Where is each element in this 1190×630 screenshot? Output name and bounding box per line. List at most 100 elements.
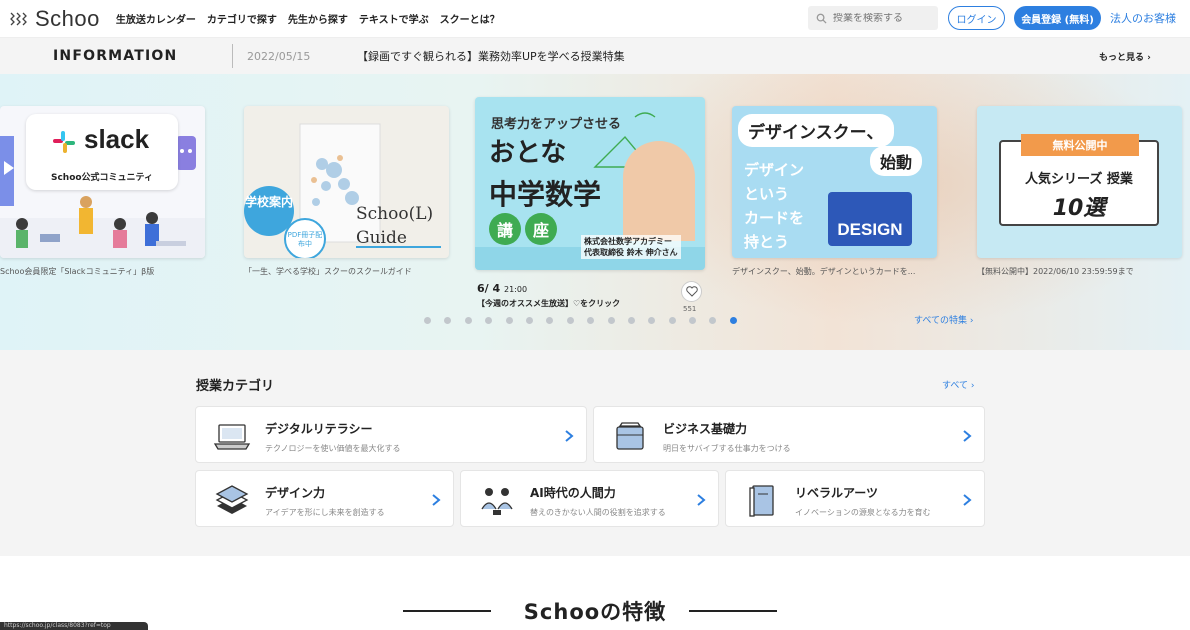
nav-text-learning[interactable]: テキストで学ぶ [359,11,429,26]
carousel-dot[interactable] [566,317,574,324]
featured-carousel: slack Schoo公式コミュニティ Schoo会員限定「Slackコミュニテ… [0,74,1190,350]
category-desc: 明日をサバイブする仕事力をつける [663,444,791,453]
nav-teachers[interactable]: 先生から探す [288,11,348,26]
design-tagline: デザイン という カードを 持とう [744,158,804,254]
like-count: 551 [683,305,697,313]
all-features-label: すべての特集 [914,316,968,326]
category-desc: イノベーションの源泉となる力を育む [795,508,931,517]
carousel-pagination [424,317,737,324]
carousel-dot[interactable] [729,317,737,324]
carousel-dot[interactable] [627,317,635,324]
carousel-dot[interactable] [505,317,513,324]
category-name: ビジネス基礎力 [663,422,748,436]
briefcase-icon [616,422,644,450]
course-char-1: 講 [489,213,521,245]
status-bar-url: https://schoo.jp/class/8083?ref=top [0,622,148,630]
carousel-dot[interactable] [648,317,656,324]
carousel-dot[interactable] [587,317,595,324]
carousel-dot[interactable] [546,317,554,324]
chevron-right-icon: › [970,381,975,391]
features-title-rule-right [689,610,777,612]
people-icon [481,488,513,515]
register-button[interactable]: 会員登録 (無料) [1014,6,1101,30]
category-desc: 替えのきかない人間の役割を追求する [530,508,666,517]
nav-category[interactable]: カテゴリで探す [207,11,277,26]
design-title: デザインスクー、 [738,114,894,147]
chevron-right-icon [697,494,706,506]
category-card-liberal-arts[interactable]: リベラルアーツ イノベーションの源泉となる力を育む [725,470,985,527]
category-desc: アイデアを形にし未来を創造する [265,508,385,517]
category-name: リベラルアーツ [795,486,879,500]
slack-logo-icon [53,131,75,153]
carousel-slide-free-series[interactable]: 無料公開中 人気シリーズ 授業 10選 [977,106,1182,258]
category-card-digital-literacy[interactable]: デジタルリテラシー テクノロジーを使い価値を最大化する [195,406,587,463]
information-label: INFORMATION [53,48,178,64]
free-count: 10選 [1052,196,1106,221]
nav-live-calendar[interactable]: 生放送カレンダー [116,11,196,26]
design-line-2: という [744,185,790,203]
category-card-ai-humanity[interactable]: AI時代の人間力 替えのきかない人間の役割を追求する [460,470,719,527]
slide-caption-free: 【無料公開中】2022/06/10 23:59:59まで [977,267,1134,276]
teacher-photo [623,141,695,241]
all-features-link[interactable]: すべての特集 › [914,313,974,326]
information-more-link[interactable]: もっと見る › [1099,50,1151,63]
information-headline[interactable]: 【録画ですぐ観られる】業務効率UPを学べる授業特集 [357,48,625,64]
category-card-design[interactable]: デザイン力 アイデアを形にし未来を創造する [195,470,454,527]
category-all-link[interactable]: すべて › [942,378,975,391]
carousel-dot[interactable] [485,317,493,324]
carousel-dot[interactable] [689,317,697,324]
chevron-right-icon [565,430,574,442]
free-series-box: 無料公開中 人気シリーズ 授業 10選 [999,134,1159,226]
like-button[interactable] [681,281,702,302]
design-line-4: 持とう [744,233,790,251]
information-bar: INFORMATION 2022/05/15 【録画ですぐ観られる】業務効率UP… [0,38,1190,74]
corporate-link[interactable]: 法人のお客様 [1110,10,1176,26]
design-stack-icon [215,485,249,514]
chevron-right-icon: › [1147,52,1151,63]
teacher-name: 代表取締役 鈴木 伸介さん [584,248,678,257]
nav-about[interactable]: スクーとは？ [440,11,500,26]
schoo-logo-icon [10,12,27,25]
carousel-slide-adult-math[interactable]: 思考力をアップさせる おとな 中学数学 講 座 株式会社数学アカデミー 代表取締… [475,97,705,270]
book-icon [749,485,774,517]
design-card-badge: DESIGN [828,192,912,246]
carousel-dot[interactable] [424,317,431,324]
site-header: Schoo 生放送カレンダー カテゴリで探す 先生から探す テキストで学ぶ スク… [0,0,1190,38]
carousel-dot[interactable] [525,317,533,324]
information-date: 2022/05/15 [247,49,311,63]
live-time: 21:00 [504,285,528,294]
pdf-booklet-badge: PDF冊子配布中 [284,218,326,258]
design-line-1: デザイン [744,161,805,179]
slide-caption-slack: Schoo会員限定「Slackコミュニティ」β版 [0,267,155,276]
carousel-dot[interactable] [668,317,676,324]
information-more-label: もっと見る [1099,52,1145,63]
carousel-dot[interactable] [709,317,717,324]
math-title-line1: おとな [489,138,567,168]
design-line-3: カードを [744,209,805,227]
information-divider [232,44,233,68]
carousel-dot[interactable] [464,317,472,324]
category-desc: テクノロジーを使い価値を最大化する [265,444,401,453]
carousel-dot[interactable] [607,317,615,324]
free-tag: 無料公開中 [1021,134,1139,156]
category-name: デジタルリテラシー [265,422,373,436]
chevron-right-icon [432,494,441,506]
carousel-dot[interactable] [444,317,452,324]
features-section: Schooの特徴 [0,556,1190,630]
carousel-slide-design[interactable]: デザインスクー、 始動 デザイン という カードを 持とう DESIGN [732,106,937,258]
search-input[interactable] [833,12,933,24]
category-section: 授業カテゴリ すべて › デジタルリテラシー テクノロジーを使い価値を最大化する… [0,350,1190,556]
features-title: Schooの特徴 [523,600,667,624]
category-title: 授業カテゴリ [196,379,275,394]
slack-subtitle: Schoo公式コミュニティ [50,173,154,183]
carousel-slide-slack[interactable]: slack Schoo公式コミュニティ [0,106,205,258]
category-card-business-basics[interactable]: ビジネス基礎力 明日をサバイブする仕事力をつける [593,406,985,463]
chevron-right-icon [963,430,972,442]
schoo-logo[interactable]: Schoo [8,6,100,32]
category-name: デザイン力 [265,486,326,500]
login-button[interactable]: ログイン [948,6,1005,30]
free-series-label: 人気シリーズ 授業 [1025,172,1133,187]
logo-text: Schoo [35,5,100,31]
search-box[interactable] [808,6,938,30]
carousel-slide-school-guide[interactable]: 学校案内 PDF冊子配布中 Schoo(L) Guide [244,106,449,258]
